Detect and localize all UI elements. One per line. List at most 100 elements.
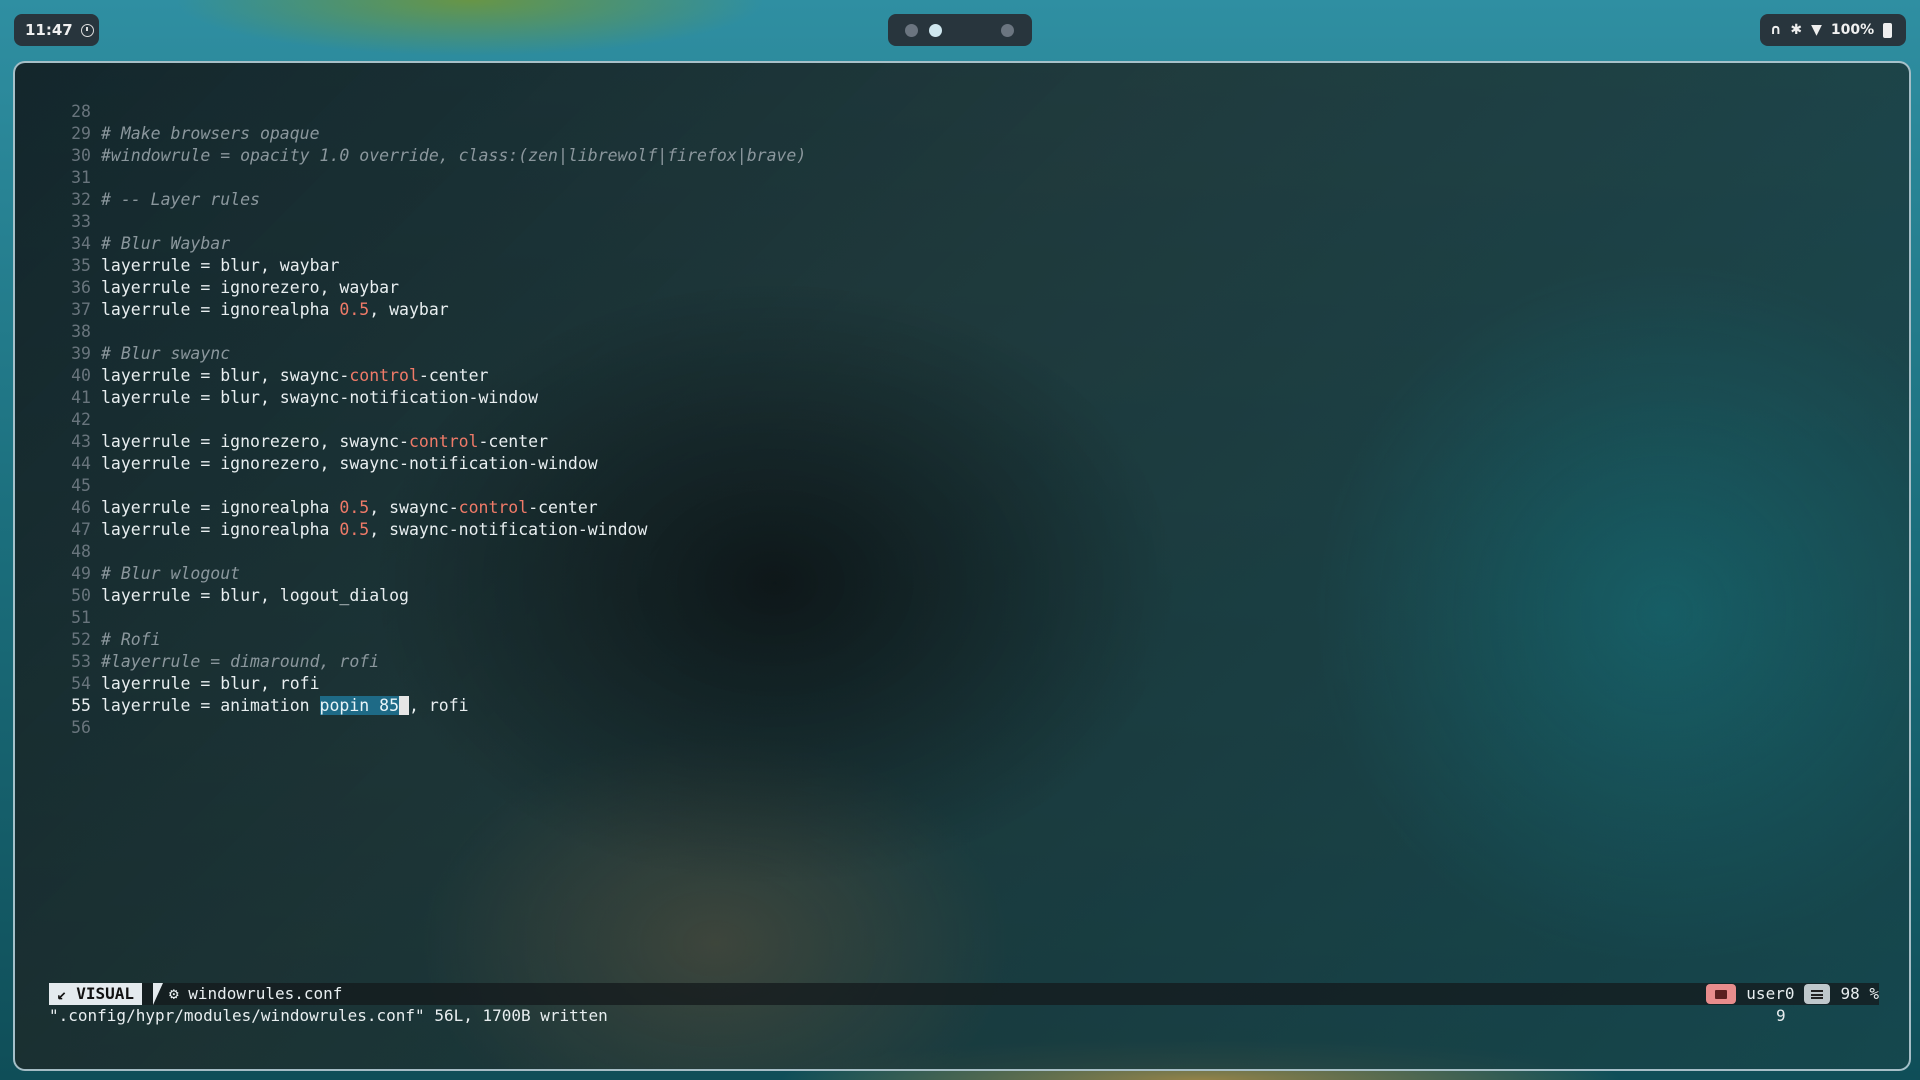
code-line[interactable]: 51 [15,607,1909,629]
line-number: 32 [71,190,91,209]
code-token: layerrule = ignorezero, swaync-notificat… [101,454,598,473]
code-line[interactable]: 36 layerrule = ignorezero, waybar [15,277,1909,299]
mode-label: VISUAL [76,984,135,1003]
code-line[interactable]: 42 [15,409,1909,431]
line-number: 52 [71,630,91,649]
code-line[interactable]: 33 [15,211,1909,233]
line-content: layerrule = ignorealpha 0.5, swaync-cont… [101,497,598,519]
line-content: # Rofi [101,629,161,651]
code-token: layerrule = animation [101,696,320,715]
battery-level: 100% [1830,22,1875,38]
code-token: layerrule = blur, swaync- [101,366,350,385]
gear-icon: ⚙ [169,984,189,1003]
line-content: layerrule = blur, waybar [101,255,339,277]
wifi-icon[interactable]: ▼ [1811,23,1822,37]
pending-count: 9 [1776,1006,1786,1025]
text-cursor [399,696,409,715]
code-line[interactable]: 50 layerrule = blur, logout_dialog [15,585,1909,607]
line-number: 49 [71,564,91,583]
line-number: 30 [71,146,91,165]
code-token: layerrule = ignorealpha [101,300,340,319]
workspace-3[interactable] [1001,23,1014,37]
line-number: 39 [71,344,91,363]
status-right: user0 98 % [1706,983,1879,1005]
workspace-switcher [888,14,1032,46]
line-content: layerrule = ignorealpha 0.5, waybar [101,299,449,321]
code-line[interactable]: 49 # Blur wlogout [15,563,1909,585]
line-number: 47 [71,520,91,539]
mode-separator [153,983,163,1005]
line-content: # Blur swaync [101,343,230,365]
code-token: 0.5 [339,300,370,319]
line-number: 28 [71,102,91,121]
line-number: 29 [71,124,91,143]
battery-icon [1883,22,1893,38]
user-name: user0 [1746,984,1795,1003]
status-line: ↙ VISUAL ⚙ windowrules.conf user0 98 % [49,983,1879,1005]
code-token: -center [418,366,489,385]
code-token: control [349,366,419,385]
editor-buffer[interactable]: 28 29 # Make browsers opaque 30 #windowrule … [15,101,1909,739]
code-token: # Rofi [101,630,161,649]
code-line[interactable]: 34 # Blur Waybar [15,233,1909,255]
code-token: # Make browsers opaque [101,124,320,143]
code-token: layerrule = blur, logout_dialog [101,586,409,605]
bluetooth-icon[interactable]: ✱ [1790,23,1802,37]
code-line[interactable]: 56 [15,717,1909,739]
code-token: # Blur Waybar [101,234,231,253]
code-line[interactable]: 32 # -- Layer rules [15,189,1909,211]
code-token: layerrule = ignorezero, swaync- [101,432,409,451]
top-bar: 11:47 ∩ ✱ ▼ 100% [0,0,1920,60]
file-name: windowrules.conf [188,984,343,1003]
code-token: # Blur wlogout [101,564,241,583]
code-token: 0.5 [339,498,370,517]
code-line[interactable]: 43 layerrule = ignorezero, swaync-control… [15,431,1909,453]
code-token: layerrule = ignorealpha [101,520,340,539]
line-content: layerrule = ignorezero, swaync-notificat… [101,453,598,475]
code-line[interactable]: 37 layerrule = ignorealpha 0.5, waybar [15,299,1909,321]
code-line[interactable]: 40 layerrule = blur, swaync-control-cente… [15,365,1909,387]
code-line[interactable]: 46 layerrule = ignorealpha 0.5, swaync-co… [15,497,1909,519]
clock-time: 11:47 [25,21,73,39]
line-number: 41 [71,388,91,407]
code-line[interactable]: 48 [15,541,1909,563]
line-content: # Blur Waybar [101,233,230,255]
code-line[interactable]: 54 layerrule = blur, rofi [15,673,1909,695]
clock-widget[interactable]: 11:47 [14,14,99,46]
code-line[interactable]: 38 [15,321,1909,343]
code-token: layerrule = ignorezero, waybar [101,278,400,297]
line-number: 46 [71,498,91,517]
code-line[interactable]: 47 layerrule = ignorealpha 0.5, swaync-no… [15,519,1909,541]
workspace-2[interactable] [929,23,942,37]
line-number: 50 [71,586,91,605]
code-line[interactable]: 35 layerrule = blur, waybar [15,255,1909,277]
line-number: 44 [71,454,91,473]
code-token: , swaync- [369,498,459,517]
code-line[interactable]: 55 layerrule = animation popin 85 , rofi [15,695,1909,717]
code-token: # Blur swaync [101,344,231,363]
system-tray: ∩ ✱ ▼ 100% [1760,14,1906,46]
code-line[interactable]: 39 # Blur swaync [15,343,1909,365]
code-token: -center [478,432,549,451]
code-line[interactable]: 30 #windowrule = opacity 1.0 override, cl… [15,145,1909,167]
code-line[interactable]: 29 # Make browsers opaque [15,123,1909,145]
line-number: 31 [71,168,91,187]
code-line[interactable]: 41 layerrule = blur, swaync-notification-… [15,387,1909,409]
line-number: 55 [71,696,91,715]
terminal-window[interactable]: 28 29 # Make browsers opaque 30 #windowrule … [13,61,1911,1071]
scroll-percent: 98 % [1840,984,1879,1003]
workspace-1[interactable] [905,23,918,37]
code-token: layerrule = blur, rofi [101,674,320,693]
code-line[interactable]: 45 [15,475,1909,497]
code-line[interactable]: 31 [15,167,1909,189]
write-message: ".config/hypr/modules/windowrules.conf" … [49,1006,608,1025]
headphones-icon[interactable]: ∩ [1770,23,1781,37]
code-line[interactable]: 52 # Rofi [15,629,1909,651]
code-line[interactable]: 28 [15,101,1909,123]
code-line[interactable]: 53 #layerrule = dimaround, rofi [15,651,1909,673]
line-number: 45 [71,476,91,495]
code-token: layerrule = blur, swaync-notification-wi… [101,388,539,407]
line-content: layerrule = blur, logout_dialog [101,585,409,607]
code-token: control [458,498,529,517]
code-line[interactable]: 44 layerrule = ignorezero, swaync-notific… [15,453,1909,475]
